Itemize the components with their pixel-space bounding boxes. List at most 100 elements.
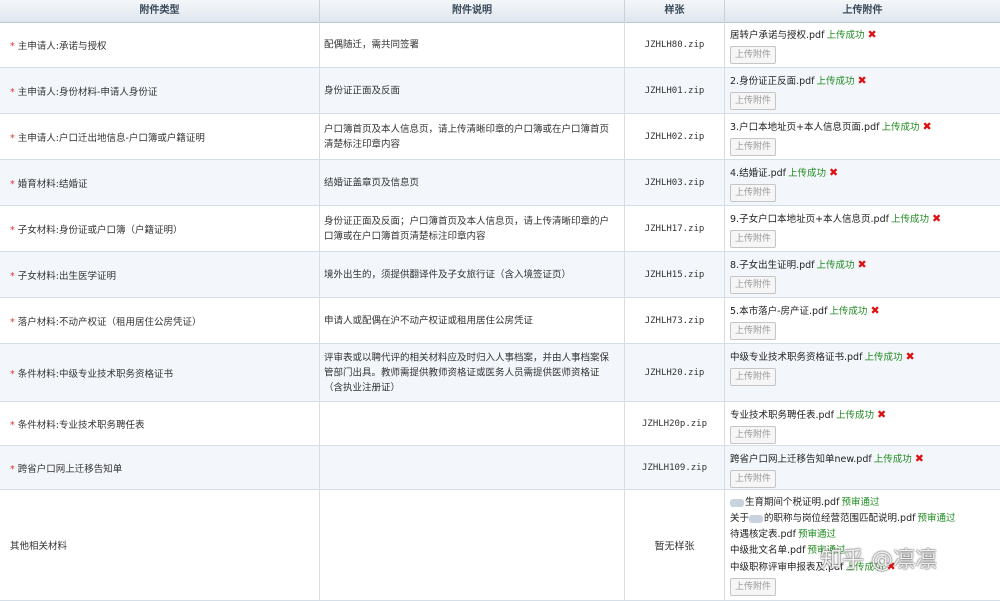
delete-icon[interactable]: ✖: [915, 452, 924, 465]
type-cell: * 子女材料:出生医学证明: [0, 252, 320, 297]
table-row: * 子女材料:身份证或户口簿（户籍证明） 身份证正面及反面；户口簿首页及本人信息页，…: [0, 206, 1000, 252]
type-cell: * 主申请人:户口迁出地信息-户口簿或户籍证明: [0, 114, 320, 159]
upload-button[interactable]: 上传附件: [730, 578, 777, 596]
file-name-link[interactable]: 5.本市落户-房产证.pdf: [730, 306, 827, 317]
uploaded-file: 3.户口本地址页+本人信息页面.pdf 上传成功 ✖: [730, 119, 996, 135]
type-cell: * 婚育材料:结婚证: [0, 160, 320, 205]
sample-link[interactable]: JZHLH109.zip: [625, 463, 724, 473]
table-row: * 子女材料:出生医学证明 境外出生的，须提供翻译件及子女旅行证（含入境签证页） JZ…: [0, 252, 1000, 298]
required-mark: *: [10, 86, 15, 98]
table-header: 附件类型 附件说明 样张 上传附件: [0, 0, 1000, 23]
delete-icon[interactable]: ✖: [870, 304, 879, 317]
file-list: 5.本市落户-房产证.pdf 上传成功 ✖ 上传附件: [730, 303, 996, 340]
delete-icon[interactable]: ✖: [932, 212, 941, 225]
required-mark: *: [10, 224, 15, 236]
upload-cell: 中级专业技术职务资格证书.pdf 上传成功 ✖ 上传附件: [725, 344, 1000, 401]
sample-link[interactable]: JZHLH01.zip: [625, 86, 724, 96]
file-name-link[interactable]: 的职称与岗位经营范围匹配说明.pdf: [764, 513, 915, 524]
type-cell: * 主申请人:承诺与授权: [0, 22, 320, 67]
delete-icon[interactable]: ✖: [922, 120, 931, 133]
type-cell: * 主申请人:身份材料-申请人身份证: [0, 68, 320, 113]
sample-cell: JZHLH02.zip: [625, 114, 725, 159]
sample-cell: JZHLH20p.zip: [625, 402, 725, 445]
type-label: 子女材料:身份证或户口簿（户籍证明）: [17, 224, 183, 236]
file-name-link[interactable]: 9.子女户口本地址页+本人信息页.pdf: [730, 214, 889, 225]
upload-button[interactable]: 上传附件: [730, 184, 777, 202]
upload-button[interactable]: 上传附件: [730, 92, 777, 110]
watermark: 知乎 @凛凛: [820, 548, 937, 573]
delete-icon[interactable]: ✖: [858, 258, 867, 271]
file-name-link[interactable]: 4.结婚证.pdf: [730, 168, 786, 179]
file-name-link[interactable]: 生育期间个税证明.pdf: [745, 497, 839, 508]
upload-button[interactable]: 上传附件: [730, 368, 777, 386]
description-cell: 配偶随迁，需共同签署: [320, 22, 625, 67]
delete-icon[interactable]: ✖: [905, 350, 914, 363]
upload-cell: 2.身份证正反面.pdf 上传成功 ✖ 上传附件: [725, 68, 1000, 113]
uploaded-file: 5.本市落户-房产证.pdf 上传成功 ✖: [730, 303, 996, 319]
file-name-link[interactable]: 跨省户口网上迁移告知单new.pdf: [730, 454, 872, 465]
attachment-description: 配偶随迁，需共同签署: [324, 39, 420, 50]
required-mark: *: [10, 419, 15, 431]
attachments-page: 附件类型 附件说明 样张 上传附件 * 主申请人:承诺与授权 配偶随迁，需共同签署 J…: [0, 0, 1000, 601]
upload-button[interactable]: 上传附件: [730, 230, 777, 248]
type-label: 落户材料:不动产权证（租用居住公房凭证）: [17, 316, 202, 328]
upload-button[interactable]: 上传附件: [730, 426, 777, 444]
description-cell: [320, 446, 625, 489]
upload-cell: 3.户口本地址页+本人信息页面.pdf 上传成功 ✖ 上传附件: [725, 114, 1000, 159]
upload-cell: 跨省户口网上迁移告知单new.pdf 上传成功 ✖ 上传附件: [725, 446, 1000, 489]
sample-cell: JZHLH80.zip: [625, 22, 725, 67]
table-row: * 婚育材料:结婚证 结婚证盖章页及信息页 JZHLH03.zip 4.结婚证.pdf 上…: [0, 160, 1000, 206]
sample-link[interactable]: JZHLH17.zip: [625, 224, 724, 234]
file-name-link[interactable]: 8.子女出生证明.pdf: [730, 260, 815, 271]
sample-link[interactable]: JZHLH02.zip: [625, 132, 724, 142]
delete-icon[interactable]: ✖: [858, 74, 867, 87]
sample-cell: JZHLH73.zip: [625, 298, 725, 343]
file-name-link[interactable]: 专业技术职务聘任表.pdf: [730, 410, 834, 421]
type-cell: * 条件材料:专业技术职务聘任表: [0, 402, 320, 445]
upload-cell: 居转户承诺与授权.pdf 上传成功 ✖ 上传附件: [725, 22, 1000, 67]
upload-status: 上传成功: [816, 260, 855, 271]
delete-icon[interactable]: ✖: [867, 28, 876, 41]
attachment-type: * 子女材料:身份证或户口簿（户籍证明）: [10, 222, 313, 236]
sample-link[interactable]: JZHLH80.zip: [625, 40, 724, 50]
upload-button[interactable]: 上传附件: [730, 46, 777, 64]
file-name-link[interactable]: 中级批文名单.pdf: [730, 545, 805, 556]
file-name-link[interactable]: 居转户承诺与授权.pdf: [730, 30, 824, 41]
sample-link[interactable]: JZHLH15.zip: [625, 270, 724, 280]
file-name-link[interactable]: 中级专业技术职务资格证书.pdf: [730, 352, 862, 363]
upload-button[interactable]: 上传附件: [730, 138, 777, 156]
attachment-description: 境外出生的，须提供翻译件及子女旅行证（含入境签证页）: [324, 269, 572, 280]
type-cell: * 跨省户口网上迁移告知单: [0, 446, 320, 489]
type-label: 婚育材料:结婚证: [17, 178, 88, 190]
required-mark: *: [10, 368, 15, 380]
delete-icon[interactable]: ✖: [829, 166, 838, 179]
sample-link[interactable]: JZHLH03.zip: [625, 178, 724, 188]
description-cell: 结婚证盖章页及信息页: [320, 160, 625, 205]
uploaded-file: 待遇核定表.pdf 预审通过: [730, 527, 996, 543]
attachment-type: * 主申请人:身份材料-申请人身份证: [10, 84, 313, 98]
file-name-link[interactable]: 待遇核定表.pdf: [730, 529, 796, 540]
description-cell: 户口簿首页及本人信息页，请上传清晰印章的户口簿或在户口簿首页清楚标注印章内容: [320, 114, 625, 159]
attachment-type: * 主申请人:承诺与授权: [10, 38, 313, 52]
header-type: 附件类型: [0, 0, 320, 22]
uploaded-file: 关于 的职称与岗位经营范围匹配说明.pdf 预审通过: [730, 511, 996, 527]
type-cell: * 落户材料:不动产权证（租用居住公房凭证）: [0, 298, 320, 343]
sample-cell: JZHLH109.zip: [625, 446, 725, 489]
file-list: 9.子女户口本地址页+本人信息页.pdf 上传成功 ✖ 上传附件: [730, 211, 996, 248]
sample-link[interactable]: JZHLH73.zip: [625, 316, 724, 326]
header-upload: 上传附件: [842, 5, 883, 16]
upload-button[interactable]: 上传附件: [730, 470, 777, 488]
header-description: 附件说明: [320, 0, 625, 22]
file-name-link[interactable]: 3.户口本地址页+本人信息页面.pdf: [730, 122, 879, 133]
uploaded-file: 专业技术职务聘任表.pdf 上传成功 ✖: [730, 407, 996, 423]
attachment-description: 户口簿首页及本人信息页，请上传清晰印章的户口簿或在户口簿首页清楚标注印章内容: [324, 123, 610, 150]
upload-button[interactable]: 上传附件: [730, 276, 777, 294]
sample-link[interactable]: JZHLH20p.zip: [625, 419, 724, 429]
sample-link[interactable]: JZHLH20.zip: [625, 368, 724, 378]
table-row: * 落户材料:不动产权证（租用居住公房凭证） 申请人或配偶在沪不动产权证或租用居住公…: [0, 298, 1000, 344]
upload-button[interactable]: 上传附件: [730, 322, 777, 340]
description-cell: [320, 490, 625, 600]
file-list: 专业技术职务聘任表.pdf 上传成功 ✖ 上传附件: [730, 407, 996, 444]
delete-icon[interactable]: ✖: [877, 408, 886, 421]
file-name-link[interactable]: 2.身份证正反面.pdf: [730, 76, 815, 87]
